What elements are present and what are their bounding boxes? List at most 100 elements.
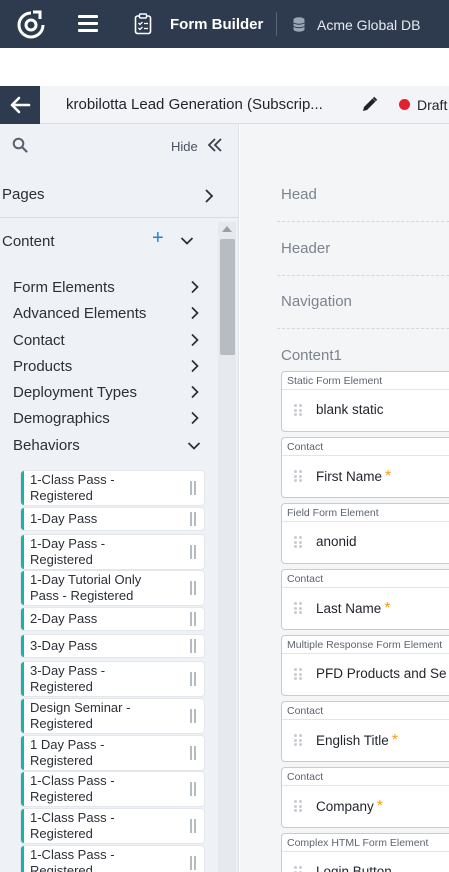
pages-section[interactable]: Pages [0, 180, 238, 218]
element-name: Last Name * [316, 600, 391, 618]
pages-label: Pages [2, 186, 45, 203]
logo-icon[interactable] [16, 10, 46, 40]
behavior-item[interactable]: 1-Class Pass - Registered [21, 846, 204, 872]
drag-grip-icon[interactable] [294, 536, 302, 548]
category-demographics[interactable]: Demographics [13, 410, 110, 427]
form-element-card[interactable]: Static Form Element blank static [281, 371, 449, 432]
element-type-label: Contact [287, 573, 324, 585]
form-element-card[interactable]: Contact Company * [281, 767, 449, 828]
category-form-elements[interactable]: Form Elements [13, 279, 115, 296]
category-advanced-elements[interactable]: Advanced Elements [13, 305, 146, 322]
element-name: English Title * [316, 732, 398, 750]
form-element-card[interactable]: Contact Last Name * [281, 569, 449, 630]
form-element-card[interactable]: Contact First Name * [281, 437, 449, 498]
element-name: Login Button [316, 864, 392, 872]
drag-handle-icon[interactable] [190, 856, 196, 870]
element-name-text: blank static [316, 402, 384, 417]
drag-handle-icon[interactable] [190, 709, 196, 723]
element-name-text: PFD Products and Se [316, 666, 447, 681]
scroll-up-arrow[interactable] [222, 226, 232, 232]
section-head[interactable]: Head [281, 186, 317, 203]
section-navigation[interactable]: Navigation [281, 293, 352, 310]
element-name-text: Last Name [316, 601, 382, 616]
required-marker: * [385, 468, 392, 485]
behavior-label-line1: 1 Day Pass - [30, 737, 105, 752]
drag-grip-icon[interactable] [294, 668, 302, 680]
behavior-item[interactable]: 1-Day Pass [21, 508, 204, 530]
section-divider [277, 328, 449, 329]
form-element-card[interactable]: Multiple Response Form Element PFD Produc… [281, 635, 449, 696]
hide-sidebar-button[interactable]: Hide [171, 139, 198, 154]
behavior-label-line2: Registered [30, 789, 93, 804]
drag-handle-icon[interactable] [190, 782, 196, 796]
behavior-label-line2: Registered [30, 488, 93, 503]
behavior-item[interactable]: 1-Class Pass - Registered [21, 471, 204, 505]
menu-icon[interactable] [78, 15, 98, 33]
drag-handle-icon[interactable] [190, 746, 196, 760]
behavior-item[interactable]: 1-Class Pass - Registered [21, 772, 204, 806]
behavior-label-line2: Registered [30, 552, 93, 567]
drag-handle-icon[interactable] [190, 481, 196, 495]
drag-grip-icon[interactable] [294, 470, 302, 482]
drag-grip-icon[interactable] [294, 602, 302, 614]
chevron-down-icon [187, 442, 201, 450]
element-name: PFD Products and Se [316, 666, 447, 681]
drag-handle-icon[interactable] [190, 639, 196, 653]
card-divider [282, 587, 449, 588]
pencil-icon[interactable] [361, 96, 378, 113]
database-selector[interactable]: Acme Global DB [317, 17, 420, 33]
behavior-label-line1: 1-Day Pass - [30, 536, 106, 551]
drag-handle-icon[interactable] [190, 612, 196, 626]
drag-grip-icon[interactable] [294, 866, 302, 872]
element-name: anonid [316, 534, 357, 549]
category-contact[interactable]: Contact [13, 332, 65, 349]
drag-handle-icon[interactable] [190, 545, 196, 559]
drag-handle-icon[interactable] [190, 672, 196, 686]
category-behaviors[interactable]: Behaviors [13, 437, 80, 454]
form-element-card[interactable]: Contact English Title * [281, 701, 449, 762]
behavior-item[interactable]: Design Seminar - Registered [21, 699, 204, 733]
section-header[interactable]: Header [281, 240, 330, 257]
double-chevron-left-icon[interactable] [207, 137, 223, 153]
sidebar: Hide Pages Content + Form Elements Advan… [0, 124, 239, 872]
behavior-label-line2: Registered [30, 826, 93, 841]
section-content1[interactable]: Content1 [281, 347, 342, 364]
behavior-item[interactable]: 3-Day Pass - Registered [21, 662, 204, 696]
scrollbar-thumb[interactable] [220, 239, 235, 355]
form-element-card[interactable]: Complex HTML Form Element Login Button [281, 833, 449, 872]
drag-handle-icon[interactable] [190, 819, 196, 833]
card-divider [282, 389, 449, 390]
add-content-button[interactable]: + [152, 228, 164, 248]
drag-handle-icon[interactable] [190, 512, 196, 526]
behavior-label-line1: 1-Day Tutorial Only [30, 572, 142, 587]
back-button[interactable] [0, 86, 40, 124]
chevron-down-icon[interactable] [180, 236, 194, 246]
search-icon[interactable] [12, 137, 28, 153]
top-bar: Form Builder Acme Global DB [0, 0, 449, 48]
drag-grip-icon[interactable] [294, 800, 302, 812]
drag-handle-icon[interactable] [190, 581, 196, 595]
behavior-item[interactable]: 1 Day Pass - Registered [21, 736, 204, 770]
behavior-item[interactable]: 3-Day Pass [21, 635, 204, 657]
behavior-label-line1: 2-Day Pass [30, 611, 98, 626]
behavior-item[interactable]: 1-Day Tutorial Only Pass - Registered [21, 571, 204, 605]
element-type-label: Contact [287, 771, 324, 783]
card-divider [282, 455, 449, 456]
behavior-item[interactable]: 1-Class Pass - Registered [21, 809, 204, 843]
form-title-bar: krobilotta Lead Generation (Subscrip... … [0, 86, 449, 124]
element-name-text: anonid [316, 534, 357, 549]
behavior-item[interactable]: 1-Day Pass - Registered [21, 535, 204, 569]
behavior-item[interactable]: 2-Day Pass [21, 608, 204, 630]
element-type-label: Complex HTML Form Element [287, 837, 429, 849]
behavior-label-line1: 1-Class Pass - [30, 810, 115, 825]
category-deployment-types[interactable]: Deployment Types [13, 384, 137, 401]
form-element-card[interactable]: Field Form Element anonid [281, 503, 449, 564]
behavior-label-line2: Pass - Registered [30, 588, 134, 603]
drag-grip-icon[interactable] [294, 404, 302, 416]
behavior-label-line1: 1-Class Pass - [30, 773, 115, 788]
drag-grip-icon[interactable] [294, 734, 302, 746]
required-marker: * [376, 798, 384, 815]
content-section-label[interactable]: Content [2, 233, 55, 250]
element-name: Company * [316, 798, 383, 816]
category-products[interactable]: Products [13, 358, 72, 375]
